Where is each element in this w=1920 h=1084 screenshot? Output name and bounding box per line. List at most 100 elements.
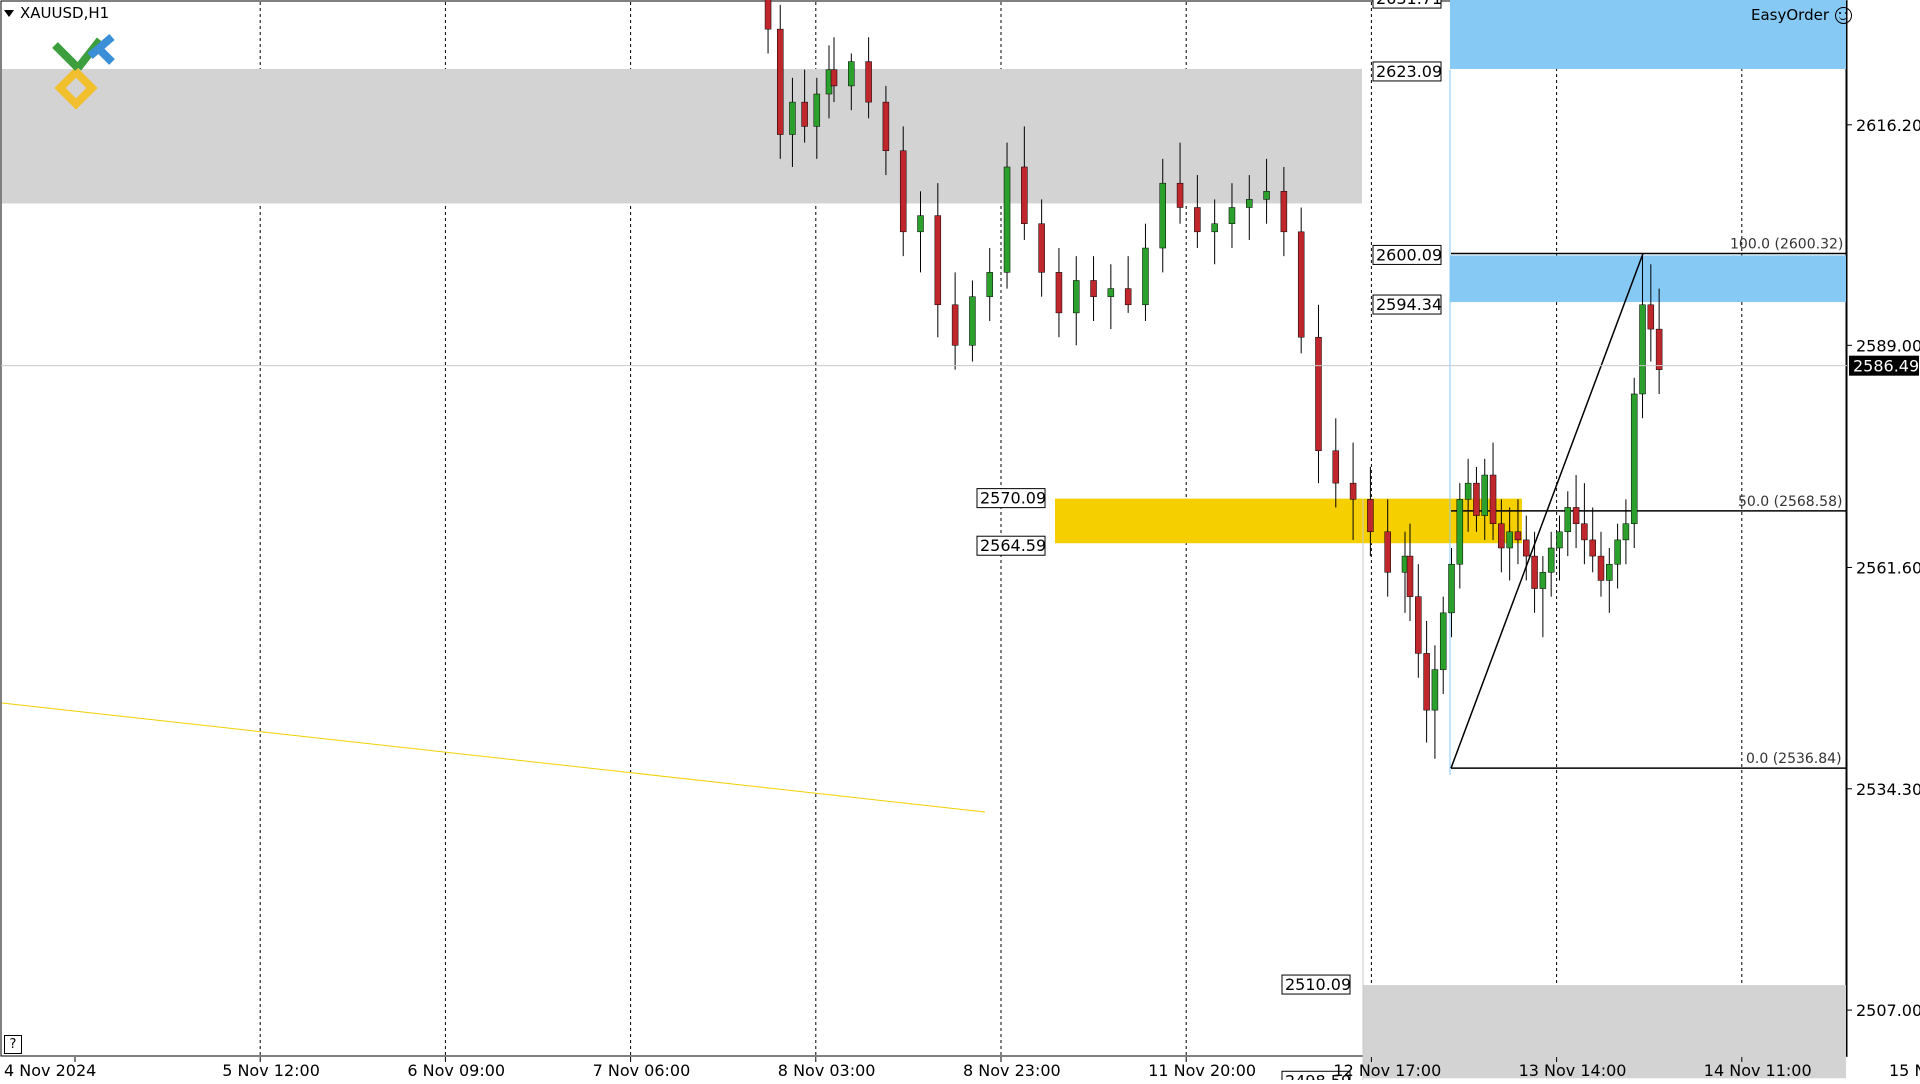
bear-candle-body <box>1090 280 1097 297</box>
bull-candle-body <box>1556 531 1563 549</box>
price-tick-label: 2616.20 <box>1856 116 1920 135</box>
bear-candle-body <box>1406 555 1414 597</box>
price-tag-label: 2564.59 <box>980 536 1046 555</box>
bull-candle-body <box>969 296 976 346</box>
bull-candle-body <box>1639 304 1646 395</box>
bear-candle-body <box>1589 539 1596 557</box>
bull-candle-body <box>1107 288 1115 297</box>
help-button[interactable]: ? <box>4 1035 22 1054</box>
bear-candle-body <box>801 101 808 127</box>
bear-candle-body <box>1349 482 1357 500</box>
bear-candle-body <box>1531 555 1538 589</box>
smiley-icon <box>1835 6 1852 24</box>
time-tick-label: 4 Nov 2024 <box>4 1061 96 1080</box>
bear-candle-body <box>1572 507 1580 524</box>
resistance-zone-blue[interactable] <box>1450 255 1846 303</box>
bull-candle-body <box>1622 523 1630 541</box>
bull-candle-body <box>1246 199 1253 208</box>
bear-candle-body <box>764 0 772 30</box>
time-tick-label: 5 Nov 12:00 <box>222 1061 320 1080</box>
bear-candle-body <box>1514 531 1522 541</box>
easyorder-button[interactable]: EasyOrder <box>1751 6 1852 24</box>
bull-candle-body <box>1630 393 1638 524</box>
bear-candle-body <box>1423 653 1430 711</box>
collapse-arrow-icon[interactable] <box>4 9 14 17</box>
bull-candle-body <box>1228 207 1236 224</box>
bear-candle-body <box>1415 596 1422 654</box>
bull-candle-body <box>1003 166 1011 273</box>
bear-candle-body <box>1315 336 1322 451</box>
time-tick-label: 8 Nov 03:00 <box>778 1061 876 1080</box>
bear-candle-body <box>1280 191 1288 233</box>
fibonacci-label: 0.0 (2536.84) <box>1746 751 1842 767</box>
fibonacci-label: 100.0 (2600.32) <box>1730 237 1843 253</box>
bear-candle-body <box>1473 482 1480 516</box>
demand-zone-yellow[interactable] <box>1055 498 1522 544</box>
bull-candle-body <box>789 101 796 135</box>
price-tick-label: 2507.00 <box>1856 1001 1920 1020</box>
bull-candle-body <box>1263 191 1270 200</box>
symbol-label: XAUUSD,H1 <box>20 4 110 22</box>
bear-candle-body <box>882 101 890 152</box>
bull-candle-body <box>986 272 993 297</box>
bull-candle-body <box>1159 182 1167 249</box>
time-tick-label: 8 Nov 23:00 <box>963 1061 1061 1080</box>
bear-candle-body <box>1297 231 1305 338</box>
bull-candle-body <box>848 61 855 87</box>
supply-zone-gray[interactable] <box>2 68 1362 204</box>
time-tick-label: 6 Nov 09:00 <box>407 1061 505 1080</box>
fibonacci-label: 50.0 (2568.58) <box>1738 494 1842 510</box>
bear-candle-body <box>1647 304 1655 330</box>
bull-candle-body <box>1564 507 1572 533</box>
current-price-label: 2586.49 <box>1853 357 1919 376</box>
price-tag-label: 2623.09 <box>1376 62 1442 81</box>
bull-candle-body <box>1431 669 1439 711</box>
bull-candle-body <box>1606 563 1613 581</box>
bear-candle-body <box>1332 450 1340 484</box>
price-tag-label: 2631.71 <box>1376 0 1442 8</box>
bear-candle-body <box>951 304 959 346</box>
bull-candle-body <box>917 215 924 233</box>
bull-candle-body <box>1142 247 1149 306</box>
time-tick-label: 11 Nov 20:00 <box>1148 1061 1256 1080</box>
bear-candle-body <box>1655 328 1663 370</box>
bear-candle-body <box>865 61 872 103</box>
bear-candle-body <box>899 150 907 233</box>
price-tick-label: 2561.60 <box>1856 558 1920 577</box>
bull-candle-body <box>1456 499 1464 565</box>
bear-candle-body <box>934 215 942 306</box>
price-tag-label: 2594.34 <box>1376 295 1442 314</box>
time-tick-label: 15 Nov 08:00 <box>1889 1061 1920 1080</box>
price-chart[interactable]: 100.0 (2600.32) 50.0 (2568.58) 0.0 (2536.8… <box>0 0 1920 1084</box>
price-tag-label: 2510.09 <box>1285 975 1351 994</box>
price-tag-label: 2600.09 <box>1376 245 1442 264</box>
bear-candle-body <box>1597 555 1605 581</box>
price-tick-label: 2589.00 <box>1856 336 1920 355</box>
bull-candle-body <box>1506 531 1513 549</box>
bull-candle-body <box>1464 482 1472 500</box>
price-tick-label: 2534.30 <box>1856 780 1920 799</box>
bull-candle-body <box>1439 612 1447 670</box>
bull-candle-body <box>1614 539 1621 565</box>
time-tick-label: 12 Nov 17:00 <box>1333 1061 1441 1080</box>
easyorder-label: EasyOrder <box>1751 6 1829 24</box>
bear-candle-body <box>1055 272 1063 314</box>
chart-canvas[interactable]: 100.0 (2600.32) 50.0 (2568.58) 0.0 (2536.8… <box>0 0 1920 1084</box>
time-tick-label: 13 Nov 14:00 <box>1519 1061 1627 1080</box>
bear-candle-body <box>1038 223 1045 273</box>
time-tick-label: 7 Nov 06:00 <box>593 1061 691 1080</box>
bear-candle-body <box>830 69 838 87</box>
bear-candle-body <box>1489 474 1497 524</box>
time-tick-label: 14 Nov 11:00 <box>1704 1061 1812 1080</box>
bear-candle-body <box>1194 207 1201 233</box>
symbol-title[interactable]: XAUUSD,H1 <box>4 4 109 22</box>
bear-candle-body <box>1124 288 1132 306</box>
bear-candle-body <box>1021 166 1028 224</box>
bull-candle-body <box>1072 280 1080 314</box>
bear-candle-body <box>1176 182 1184 208</box>
bull-candle-body <box>813 93 821 127</box>
price-tag-label: 2570.09 <box>980 489 1046 508</box>
bull-candle-body <box>1539 572 1547 589</box>
bull-candle-body <box>1448 563 1455 614</box>
bear-candle-body <box>1523 539 1530 557</box>
